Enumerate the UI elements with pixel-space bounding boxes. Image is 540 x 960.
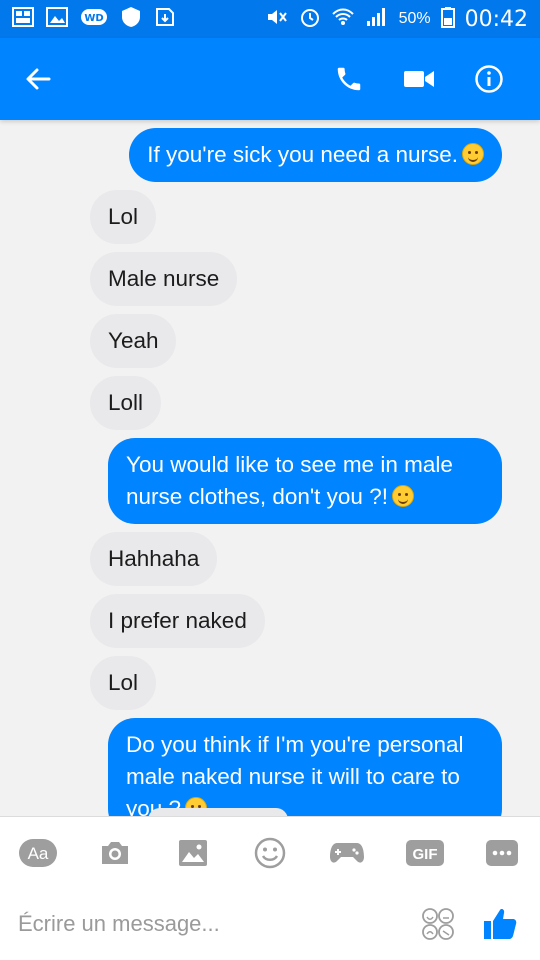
message-text: Male nurse bbox=[108, 266, 220, 291]
message-text: I prefer naked bbox=[108, 608, 247, 633]
received-message-row: Male nurse bbox=[0, 252, 540, 306]
emoji-picker-button[interactable] bbox=[250, 833, 290, 873]
sent-message-row: If you're sick you need a nurse. bbox=[0, 128, 540, 182]
composer: Aa GIF bbox=[0, 816, 540, 960]
received-message-bubble[interactable]: Hahhaha bbox=[90, 532, 218, 586]
mute-icon bbox=[265, 7, 289, 32]
back-button[interactable] bbox=[16, 57, 60, 101]
image-icon bbox=[178, 840, 207, 866]
received-message-row: Loll bbox=[0, 376, 540, 430]
message-text: Lol bbox=[108, 670, 139, 695]
gamepad-icon bbox=[330, 843, 365, 863]
composer-toolbar: Aa GIF bbox=[0, 817, 540, 889]
download-notification-icon bbox=[154, 6, 176, 33]
message-text: Hahhaha bbox=[108, 546, 200, 571]
smiley-icon bbox=[254, 837, 286, 869]
sticker-faces-icon bbox=[422, 908, 454, 940]
arrow-left-icon bbox=[26, 68, 51, 90]
battery-icon bbox=[440, 6, 455, 33]
svg-text:WD: WD bbox=[84, 13, 103, 24]
more-button[interactable] bbox=[482, 833, 522, 873]
wd-notification-icon: WD bbox=[80, 7, 108, 32]
info-button[interactable] bbox=[454, 57, 524, 101]
camera-icon bbox=[102, 842, 129, 864]
clock: 00:42 bbox=[464, 6, 528, 32]
battery-percent: 50% bbox=[398, 10, 431, 27]
wink-emoji-icon bbox=[391, 485, 414, 507]
system-icons: 50% 00:42 bbox=[265, 6, 528, 33]
message-text: If you're sick you need a nurse. bbox=[147, 142, 458, 167]
text-format-button[interactable]: Aa bbox=[18, 833, 58, 873]
message-text: Loll bbox=[108, 390, 144, 415]
notification-icons: WD bbox=[12, 6, 176, 33]
sent-message-bubble[interactable]: Do you think if I'm you're personal male… bbox=[108, 718, 502, 816]
received-message-row: Lol bbox=[0, 190, 540, 244]
message-input[interactable] bbox=[18, 911, 418, 937]
sent-message-bubble[interactable]: If you're sick you need a nurse. bbox=[129, 128, 502, 182]
more-icon bbox=[485, 840, 518, 866]
info-icon bbox=[475, 65, 503, 93]
received-message-row: Yeah bbox=[0, 314, 540, 368]
wink-emoji-icon bbox=[462, 143, 484, 165]
received-message-bubble[interactable]: Lol bbox=[90, 190, 157, 244]
gif-label: GIF bbox=[412, 846, 437, 863]
message-text: Do you think if I'm you're personal male… bbox=[126, 732, 464, 816]
video-call-button[interactable] bbox=[384, 57, 454, 101]
camera-button[interactable] bbox=[95, 833, 135, 873]
thumbs-up-icon bbox=[484, 909, 517, 939]
received-message-bubble[interactable]: Lol bbox=[90, 656, 157, 710]
games-button[interactable] bbox=[327, 833, 367, 873]
received-message-bubble[interactable]: Male nurse bbox=[90, 252, 238, 306]
aa-label: Aa bbox=[28, 844, 49, 863]
video-icon bbox=[404, 71, 434, 87]
phone-icon bbox=[337, 67, 361, 91]
like-button[interactable] bbox=[478, 902, 522, 946]
status-bar: WD 50% 00:42 bbox=[0, 0, 540, 38]
received-message-bubble[interactable]: Loll bbox=[90, 376, 162, 430]
received-message-row: Lol bbox=[0, 656, 540, 710]
call-button[interactable] bbox=[314, 57, 384, 101]
gallery-notification-icon bbox=[46, 6, 68, 32]
received-message-row: I prefer naked bbox=[0, 594, 540, 648]
gif-button[interactable]: GIF bbox=[405, 833, 445, 873]
message-list[interactable]: If you're sick you need a nurse. Lol Male … bbox=[0, 120, 540, 816]
sticker-button[interactable] bbox=[418, 904, 458, 944]
message-text: Yeah bbox=[108, 328, 159, 353]
received-message-bubble[interactable]: I prefer naked bbox=[90, 594, 265, 648]
signal-icon bbox=[365, 6, 389, 33]
app-notification-icon bbox=[12, 6, 34, 32]
sent-message-row: Do you think if I'm you're personal male… bbox=[0, 718, 540, 816]
received-message-bubble[interactable]: Yeah bbox=[90, 314, 177, 368]
sent-message-row: You would like to see me in male nurse c… bbox=[0, 438, 540, 524]
received-message-row: Hahhaha bbox=[0, 532, 540, 586]
sent-message-bubble[interactable]: You would like to see me in male nurse c… bbox=[108, 438, 502, 524]
gallery-button[interactable] bbox=[173, 833, 213, 873]
shield-notification-icon bbox=[120, 6, 142, 33]
message-text: Lol bbox=[108, 204, 139, 229]
wifi-icon bbox=[331, 6, 355, 33]
conversation-header bbox=[0, 38, 540, 120]
alarm-icon bbox=[299, 6, 321, 33]
input-row bbox=[0, 889, 540, 959]
